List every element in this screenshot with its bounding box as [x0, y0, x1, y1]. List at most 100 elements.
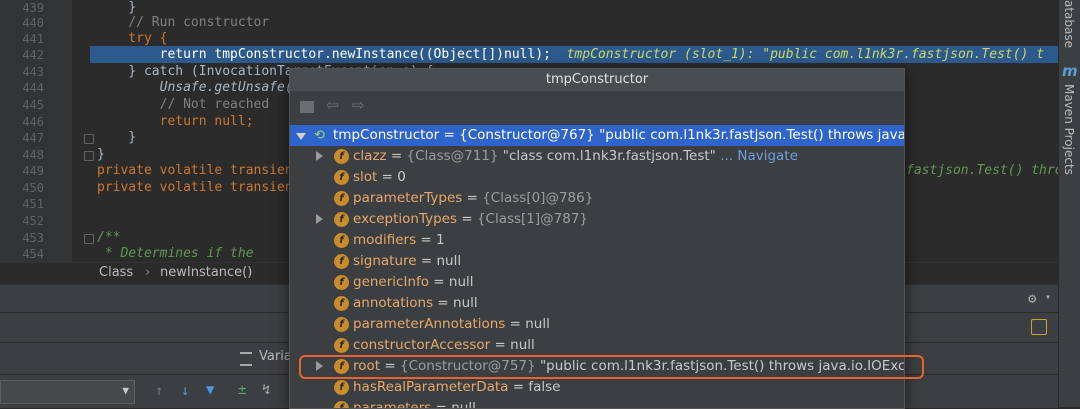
tab-variables[interactable]: Varia: [259, 349, 292, 364]
expand-icon[interactable]: [316, 214, 323, 224]
line-number: 447: [22, 131, 44, 145]
tree-node-field[interactable]: f exceptionTypes = {Class[1]@787}: [290, 209, 904, 230]
code-line-440: // Run constructor: [97, 15, 270, 30]
code-fragment-right: fastjson.Test() throws: [906, 163, 1058, 178]
navigate-link[interactable]: ... Navigate: [720, 148, 798, 164]
field-name: parameters: [353, 400, 432, 409]
field-icon: f: [334, 380, 349, 395]
collapse-icon[interactable]: [296, 133, 306, 140]
breadcrumb-item-method[interactable]: newInstance(): [160, 265, 252, 280]
field-ref: {Class@711}: [406, 148, 499, 164]
code-line-449: private volatile transient: [97, 163, 301, 178]
line-number: 444: [22, 81, 44, 95]
code-line-454: * Determines if the: [97, 246, 254, 261]
maven-projects-tool-tab[interactable]: Maven Projects: [1062, 84, 1076, 175]
code-line-445: // Not reached: [97, 97, 270, 112]
tree-node-field[interactable]: f parameters = null: [290, 398, 904, 409]
tree-node-field[interactable]: f signature = null: [290, 251, 904, 272]
breadcrumb-separator-icon: ›: [145, 265, 151, 280]
line-number: 446: [22, 115, 44, 129]
code-line-450: private volatile transient: [97, 180, 301, 195]
field-ref: {Class[0]@786}: [482, 190, 594, 206]
line-number: 441: [22, 32, 44, 46]
maven-icon[interactable]: m: [1062, 62, 1078, 80]
field-name: hasRealParameterData: [353, 379, 509, 395]
step-icon[interactable]: ↯: [262, 382, 270, 398]
tree-node-field[interactable]: f modifiers = 1: [290, 230, 904, 251]
add-watch-icon[interactable]: ±: [238, 382, 246, 398]
line-number: 449: [22, 164, 44, 178]
field-icon: f: [334, 170, 349, 185]
fold-marker[interactable]: [84, 151, 94, 161]
field-value: null: [525, 316, 550, 332]
field-name: exceptionTypes: [353, 211, 458, 227]
down-arrow-icon[interactable]: ↓: [181, 383, 189, 399]
gear-icon[interactable]: ⚙: [1028, 291, 1036, 307]
field-icon: f: [334, 317, 349, 332]
field-name: modifiers: [353, 232, 417, 248]
tree-node-field[interactable]: f parameterTypes = {Class[0]@786}: [290, 188, 904, 209]
line-number: 442: [22, 48, 44, 62]
line-number: 445: [22, 98, 44, 112]
field-value: null: [453, 295, 478, 311]
field-name: clazz: [353, 148, 387, 164]
field-name: slot: [353, 169, 378, 185]
watch-variable-icon: ⟲: [314, 128, 325, 143]
tree-node-field[interactable]: f hasRealParameterData = false: [290, 377, 904, 398]
code-line-441: try {: [97, 31, 168, 46]
up-arrow-icon[interactable]: ↑: [155, 383, 163, 399]
chevron-down-icon[interactable]: ▾: [1045, 292, 1051, 303]
field-value: null: [448, 274, 474, 290]
fold-marker[interactable]: [84, 134, 94, 144]
field-icon: f: [334, 401, 349, 408]
field-value: false: [528, 379, 561, 395]
tree-node-field[interactable]: f genericInfo = null: [290, 272, 904, 293]
tree-node-field[interactable]: f constructorAccessor = null: [290, 335, 904, 356]
field-name: annotations: [353, 295, 434, 311]
line-number: 451: [22, 197, 44, 211]
field-name: genericInfo: [353, 274, 430, 290]
tree-node-root[interactable]: ⟲ tmpConstructor = {Constructor@767} "pu…: [290, 125, 904, 146]
tree-node-field[interactable]: f annotations = null: [290, 293, 904, 314]
right-tool-strip: atabase m Maven Projects: [1058, 0, 1080, 407]
thread-select[interactable]: ▼: [0, 380, 135, 404]
fold-marker[interactable]: [84, 234, 94, 244]
forward-arrow-icon[interactable]: ⇨: [352, 96, 365, 114]
tree-node-field[interactable]: f clazz = {Class@711} "class com.l1nk3r.f…: [290, 146, 904, 167]
field-value: null: [436, 253, 462, 269]
filter-icon[interactable]: ▼: [206, 382, 214, 398]
field-ref: {Class[1]@787}: [476, 211, 589, 227]
console-icon[interactable]: [1031, 319, 1047, 335]
field-icon: f: [334, 275, 349, 290]
code-line-446: return null;: [97, 114, 254, 129]
back-arrow-icon[interactable]: ⇦: [326, 96, 339, 114]
highlight-box-root: [299, 355, 924, 379]
tree-node-field[interactable]: f slot = 0: [290, 167, 904, 188]
field-icon: f: [334, 191, 349, 206]
expand-icon[interactable]: [316, 151, 323, 161]
line-number: 453: [22, 231, 44, 245]
chevron-down-icon: ▼: [122, 384, 129, 397]
pin-icon[interactable]: [300, 101, 314, 113]
breadcrumb-item-class[interactable]: Class: [99, 265, 133, 280]
variables-icon: [240, 352, 252, 366]
code-line-448: }: [97, 147, 105, 162]
field-icon: f: [334, 149, 349, 164]
inline-debug-value: tmpConstructor (slot_1): "public com.l1n…: [566, 47, 1045, 62]
field-value: 0: [397, 169, 406, 185]
field-name: signature: [353, 253, 417, 269]
popup-toolbar: ⇦ ⇨: [290, 91, 904, 123]
field-icon: f: [334, 296, 349, 311]
field-value: null: [451, 400, 476, 409]
field-value: null: [510, 337, 535, 353]
tree-node-field[interactable]: f parameterAnnotations = null: [290, 314, 904, 335]
line-number: 454: [22, 247, 44, 261]
line-number: 443: [22, 65, 44, 79]
field-value: 1: [436, 232, 445, 248]
line-number: 452: [22, 214, 44, 228]
database-tool-tab[interactable]: atabase: [1062, 0, 1076, 48]
code-line-453: /**: [97, 230, 121, 245]
field-icon: f: [334, 338, 349, 353]
field-icon: f: [334, 212, 349, 227]
field-name: constructorAccessor: [353, 337, 491, 353]
